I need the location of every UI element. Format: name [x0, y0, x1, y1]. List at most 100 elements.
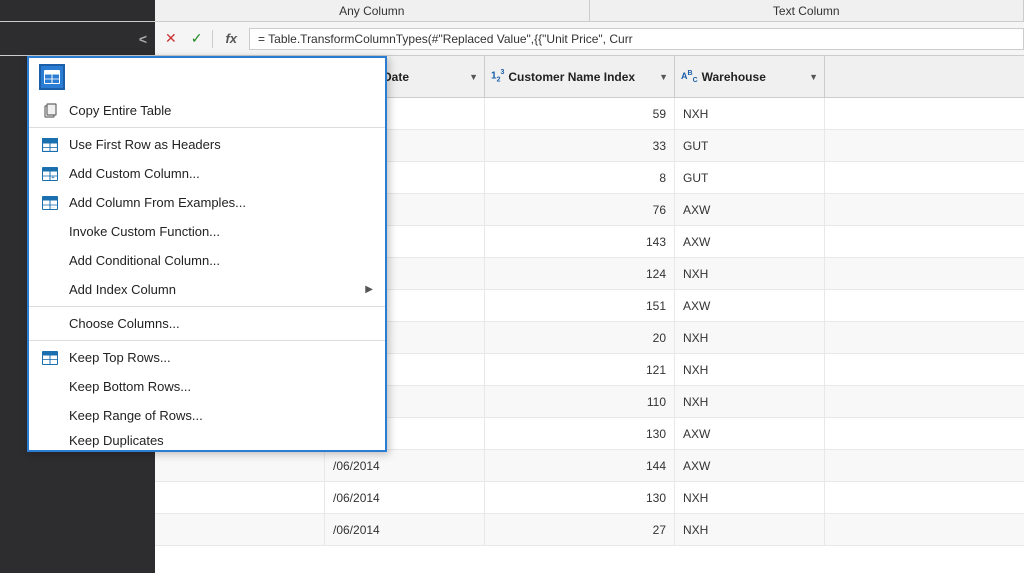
customer-index-cell: 151	[485, 290, 675, 321]
customer-index-cell: 20	[485, 322, 675, 353]
warehouse-cell: AXW	[675, 418, 825, 449]
menu-item-keep-duplicates[interactable]: Keep Duplicates	[29, 430, 385, 450]
collapse-button[interactable]: <	[139, 31, 147, 47]
add-index-column-label: Add Index Column	[69, 282, 176, 297]
keep-rows-svg-icon	[42, 351, 58, 365]
warehouse-cell: AXW	[675, 450, 825, 481]
order-number-cell	[155, 482, 325, 513]
context-menu: Copy Entire Table Use First Row as Heade…	[27, 56, 387, 452]
top-bar-dark-area	[0, 0, 155, 21]
col-header-customer-name-index[interactable]: 123 Customer Name Index ▼	[485, 56, 675, 97]
menu-item-add-index-column[interactable]: Add Index Column ▶	[29, 275, 385, 304]
order-number-cell	[155, 514, 325, 545]
add-column-examples-label: Add Column From Examples...	[69, 195, 246, 210]
customer-index-cell: 59	[485, 98, 675, 129]
customer-index-type-icon: 123	[491, 69, 504, 83]
formula-bar-left: <	[0, 22, 155, 55]
customer-index-cell: 110	[485, 386, 675, 417]
customer-index-cell: 143	[485, 226, 675, 257]
svg-text:...: ...	[51, 204, 55, 209]
formula-content[interactable]: = Table.TransformColumnTypes(#"Replaced …	[249, 28, 1024, 50]
warehouse-cell: GUT	[675, 130, 825, 161]
main-area: Copy Entire Table Use First Row as Heade…	[0, 56, 1024, 573]
copy-icon	[39, 102, 61, 120]
first-row-svg-icon	[42, 138, 58, 152]
any-column-label: Any Column	[155, 0, 590, 21]
confirm-formula-button[interactable]: ✓	[187, 28, 207, 49]
warehouse-cell: AXW	[675, 194, 825, 225]
use-first-row-label: Use First Row as Headers	[69, 137, 221, 152]
menu-item-keep-bottom-rows[interactable]: Keep Bottom Rows...	[29, 372, 385, 401]
menu-item-use-first-row[interactable]: Use First Row as Headers	[29, 130, 385, 159]
formula-bar: < ✕ ✓ fx = Table.TransformColumnTypes(#"…	[0, 22, 1024, 56]
customer-index-cell: 27	[485, 514, 675, 545]
warehouse-dropdown-icon[interactable]: ▼	[809, 72, 818, 82]
warehouse-cell: NXH	[675, 98, 825, 129]
customer-name-index-label: Customer Name Index	[508, 70, 635, 84]
warehouse-cell: AXW	[675, 290, 825, 321]
menu-item-copy-table[interactable]: Copy Entire Table	[29, 96, 385, 125]
order-number-cell	[155, 450, 325, 481]
svg-text:+: +	[52, 175, 55, 181]
order-date-cell: /06/2014	[325, 482, 485, 513]
separator-2	[29, 306, 385, 307]
customer-index-cell: 33	[485, 130, 675, 161]
menu-table-icon	[39, 64, 65, 90]
menu-item-add-column-examples[interactable]: ... Add Column From Examples...	[29, 188, 385, 217]
menu-item-invoke-custom-function[interactable]: Invoke Custom Function...	[29, 217, 385, 246]
formula-divider	[212, 30, 213, 48]
text-column-label: Text Column	[590, 0, 1024, 21]
customer-index-dropdown-icon[interactable]: ▼	[659, 72, 668, 82]
keep-top-rows-label: Keep Top Rows...	[69, 350, 171, 365]
order-date-dropdown-icon[interactable]: ▼	[469, 72, 478, 82]
table-row: /06/2014144AXW	[155, 450, 1024, 482]
separator-3	[29, 340, 385, 341]
keep-duplicates-label: Keep Duplicates	[69, 433, 164, 448]
warehouse-type-icon: ABC	[681, 70, 698, 84]
warehouse-cell: NXH	[675, 386, 825, 417]
customer-index-cell: 130	[485, 482, 675, 513]
col-header-warehouse[interactable]: ABC Warehouse ▼	[675, 56, 825, 97]
warehouse-cell: NXH	[675, 322, 825, 353]
customer-index-cell: 121	[485, 354, 675, 385]
left-sidebar: Copy Entire Table Use First Row as Heade…	[0, 56, 155, 573]
add-custom-column-label: Add Custom Column...	[69, 166, 200, 181]
keep-bottom-rows-label: Keep Bottom Rows...	[69, 379, 191, 394]
cancel-formula-button[interactable]: ✕	[161, 28, 181, 49]
warehouse-cell: GUT	[675, 162, 825, 193]
table-icon	[44, 69, 60, 85]
warehouse-cell: NXH	[675, 354, 825, 385]
menu-item-add-custom-column[interactable]: + Add Custom Column...	[29, 159, 385, 188]
custom-column-icon: +	[39, 165, 61, 183]
keep-range-rows-label: Keep Range of Rows...	[69, 408, 203, 423]
customer-index-cell: 8	[485, 162, 675, 193]
warehouse-cell: NXH	[675, 482, 825, 513]
keep-rows-icon	[39, 349, 61, 367]
customer-index-cell: 130	[485, 418, 675, 449]
invoke-custom-function-label: Invoke Custom Function...	[69, 224, 220, 239]
warehouse-cell: NXH	[675, 514, 825, 545]
separator-1	[29, 127, 385, 128]
formula-actions: ✕ ✓ fx	[155, 22, 249, 55]
add-conditional-column-label: Add Conditional Column...	[69, 253, 220, 268]
warehouse-cell: NXH	[675, 258, 825, 289]
menu-header	[29, 58, 385, 96]
menu-item-add-conditional-column[interactable]: Add Conditional Column...	[29, 246, 385, 275]
fx-label: fx	[219, 31, 243, 46]
order-date-cell: /06/2014	[325, 450, 485, 481]
customer-index-cell: 144	[485, 450, 675, 481]
warehouse-label: Warehouse	[702, 70, 766, 84]
table-row: /06/2014130NXH	[155, 482, 1024, 514]
choose-columns-label: Choose Columns...	[69, 316, 180, 331]
top-bar: Any Column Text Column	[0, 0, 1024, 22]
examples-column-icon: ...	[39, 194, 61, 212]
customer-index-cell: 76	[485, 194, 675, 225]
copy-table-label: Copy Entire Table	[69, 103, 171, 118]
menu-item-keep-range-rows[interactable]: Keep Range of Rows...	[29, 401, 385, 430]
table-row: /06/201427NXH	[155, 514, 1024, 546]
menu-item-choose-columns[interactable]: Choose Columns...	[29, 309, 385, 338]
menu-item-keep-top-rows[interactable]: Keep Top Rows...	[29, 343, 385, 372]
first-row-icon	[39, 136, 61, 154]
copy-svg-icon	[42, 103, 58, 119]
examples-col-svg-icon: ...	[42, 196, 58, 210]
